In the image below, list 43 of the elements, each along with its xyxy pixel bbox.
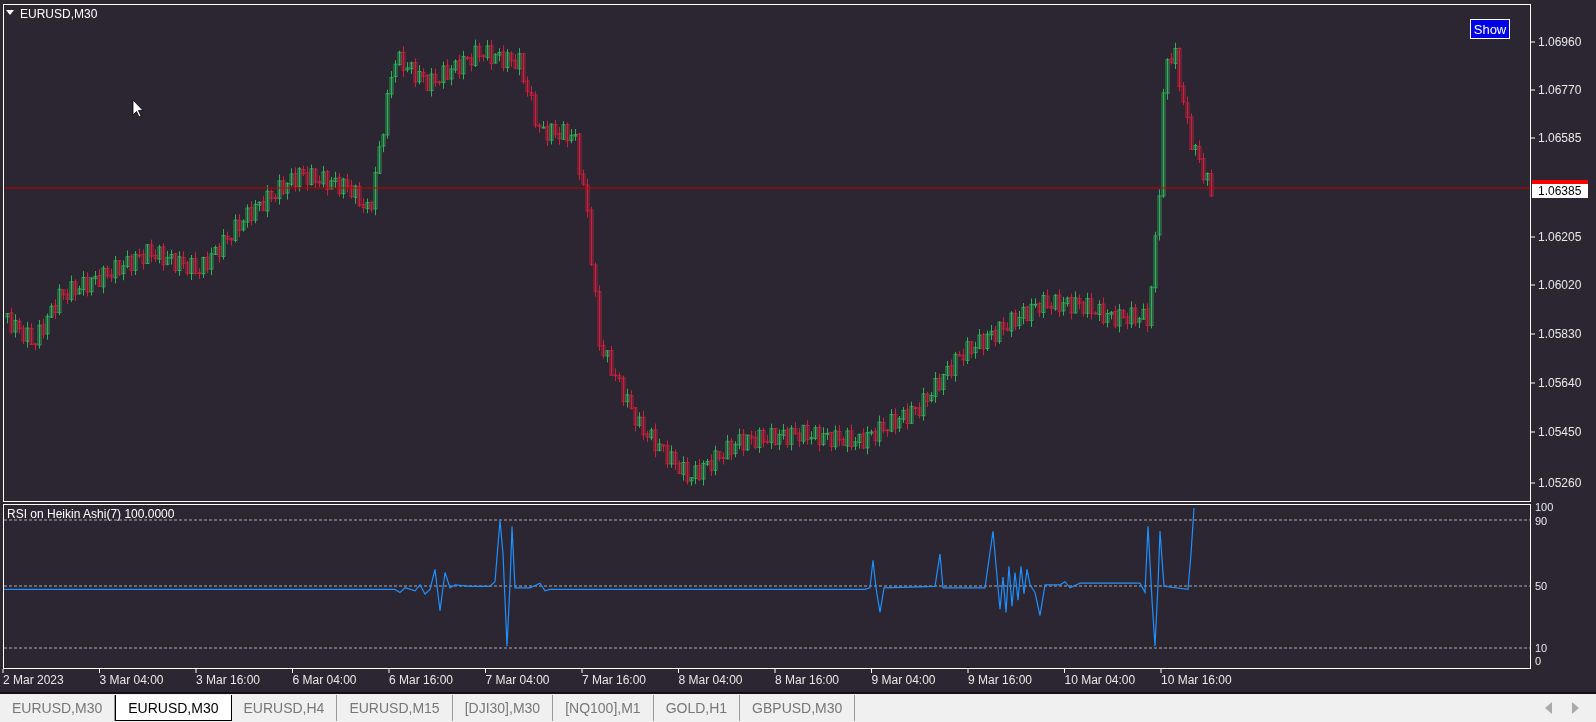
time-label: 6 Mar 04:00 (292, 673, 357, 687)
time-label: 3 Mar 04:00 (99, 673, 164, 687)
dropdown-triangle-icon (6, 10, 14, 15)
time-label: 2 Mar 2023 (3, 673, 64, 687)
chart-tab[interactable]: EURUSD,M30 (115, 695, 232, 721)
level-label: 90 (1535, 515, 1548, 527)
indicator-title: RSI on Heikin Ashi(7) 100.0000 (7, 507, 175, 521)
scroll-right-icon[interactable] (1570, 702, 1580, 714)
price-label: 1.05830 (1538, 327, 1582, 341)
chart-tab[interactable]: [NQ100],M1 (553, 695, 654, 721)
time-label: 3 Mar 16:00 (196, 673, 261, 687)
time-label: 10 Mar 04:00 (1064, 673, 1136, 687)
chart-tab[interactable]: GBPUSD,M30 (740, 695, 856, 721)
level-label: 10 (1535, 642, 1548, 654)
chart-tab[interactable]: EURUSD,H4 (231, 695, 338, 721)
time-label: 7 Mar 04:00 (485, 673, 550, 687)
price-label: 1.05640 (1538, 376, 1582, 390)
pointer-icon (132, 99, 144, 118)
price-label: 1.05260 (1538, 476, 1582, 490)
time-label: 6 Mar 16:00 (389, 673, 454, 687)
current-price-tag: 1.06385 (1532, 184, 1588, 198)
time-label: 7 Mar 16:00 (582, 673, 647, 687)
time-label: 9 Mar 04:00 (871, 673, 936, 687)
level-label: 50 (1535, 580, 1548, 592)
level-label: 100 (1535, 501, 1554, 513)
level-label: 0 (1535, 655, 1542, 667)
price-label: 1.06020 (1538, 278, 1582, 292)
price-label: 1.06585 (1538, 131, 1582, 145)
time-label: 10 Mar 16:00 (1161, 673, 1232, 687)
symbol-title: EURUSD,M30 (20, 7, 98, 21)
price-label: 1.06960 (1538, 35, 1582, 49)
time-label: 8 Mar 16:00 (775, 673, 840, 687)
price-label: 1.06770 (1538, 83, 1582, 97)
chart-tab[interactable]: EURUSD,M15 (337, 695, 453, 721)
price-label: 1.06205 (1538, 230, 1582, 244)
price-label: 1.05450 (1538, 425, 1582, 439)
chart-tab[interactable]: [DJI30],M30 (452, 695, 554, 721)
price-marker (1532, 180, 1588, 184)
time-label: 9 Mar 16:00 (968, 673, 1033, 687)
time-label: 8 Mar 04:00 (678, 673, 743, 687)
scroll-left-icon[interactable] (1544, 702, 1554, 714)
chart-tab[interactable]: GOLD,H1 (653, 695, 741, 721)
show-button[interactable]: Show (1470, 19, 1510, 39)
